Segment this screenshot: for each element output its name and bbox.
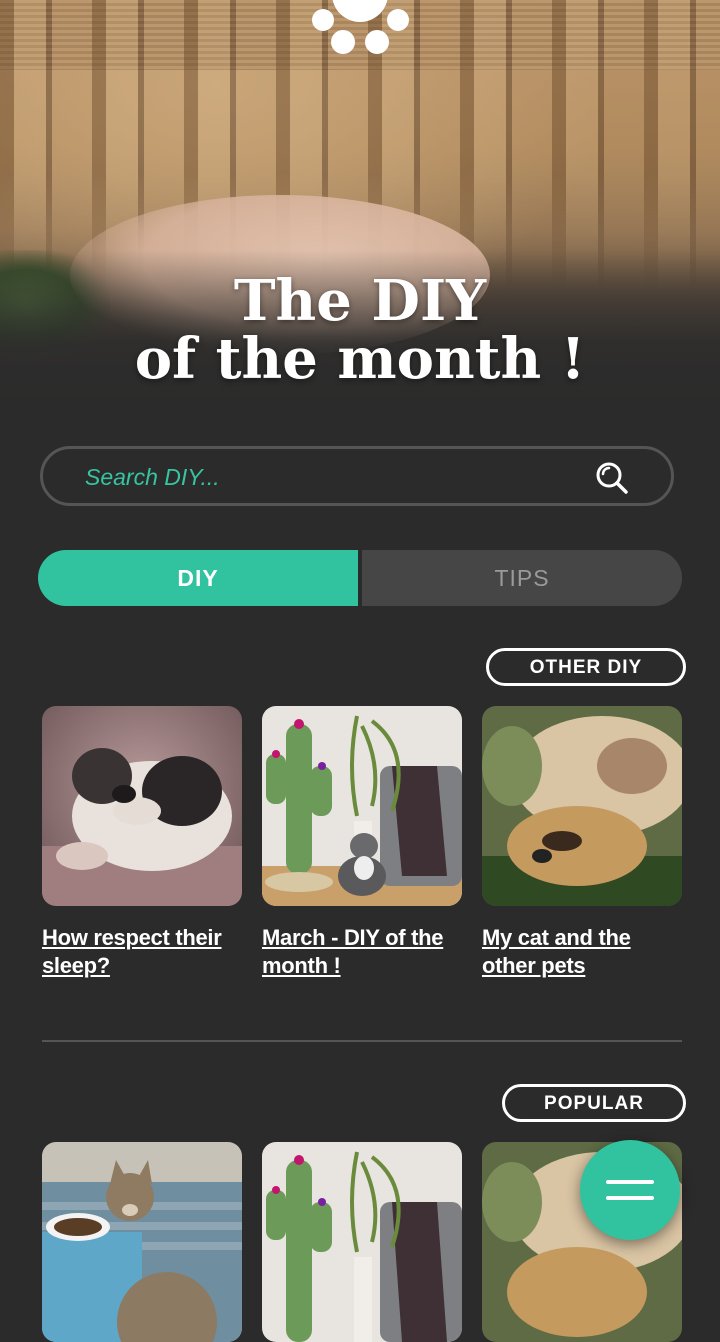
popular-button[interactable]: POPULAR <box>502 1084 686 1122</box>
puppy-image <box>42 706 242 906</box>
paw-icon <box>312 0 409 54</box>
diy-card-march[interactable]: March - DIY of the month ! <box>262 706 462 980</box>
other-diy-button[interactable]: OTHER DIY <box>486 648 686 686</box>
hero-title: The DIY of the month ! <box>0 272 720 388</box>
card-title-line2: sleep? <box>42 953 110 978</box>
search-bar <box>40 446 674 506</box>
cat-dog-image <box>482 706 682 906</box>
tab-diy[interactable]: DIY <box>38 550 358 606</box>
section-divider <box>42 1040 682 1042</box>
hero-title-line2: of the month ! <box>134 326 586 392</box>
menu-button[interactable] <box>580 1140 680 1240</box>
card-title-line1: My cat and the <box>482 925 631 950</box>
popular-card-cat-bowls[interactable] <box>42 1142 242 1342</box>
card-title-line2: month ! <box>262 953 341 978</box>
card-title[interactable]: March - DIY of the month ! <box>262 924 462 980</box>
cactus-cat-tree-image <box>262 706 462 906</box>
hero-title-line1: The DIY <box>233 268 487 334</box>
search-input[interactable] <box>83 457 567 497</box>
diy-card-sleep[interactable]: How respect their sleep? <box>42 706 242 980</box>
tab-tips[interactable]: TIPS <box>362 550 682 606</box>
popular-card-cactus[interactable] <box>262 1142 462 1342</box>
search-icon[interactable] <box>595 461 629 495</box>
hero-banner: The DIY of the month ! <box>0 0 720 420</box>
card-title-line1: March - DIY of the <box>262 925 444 950</box>
card-title-line1: How respect their <box>42 925 222 950</box>
card-title[interactable]: My cat and the other pets <box>482 924 682 980</box>
card-title-line2: other pets <box>482 953 586 978</box>
diy-card-pets[interactable]: My cat and the other pets <box>482 706 682 980</box>
card-title[interactable]: How respect their sleep? <box>42 924 242 980</box>
cactus-cat-tree-image <box>262 1142 462 1342</box>
tabby-cat-image <box>42 1142 242 1342</box>
